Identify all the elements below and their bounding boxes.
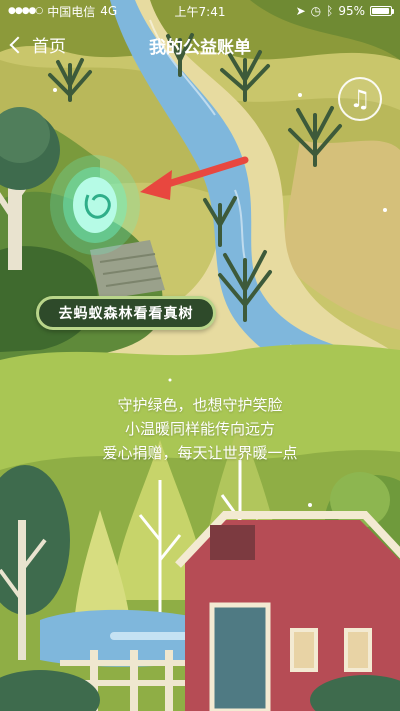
music-toggle-button[interactable]: ♫ — [338, 77, 382, 121]
network-type: 4G — [100, 4, 118, 18]
location-icon: ➤ — [295, 4, 306, 18]
back-label: 首页 — [32, 37, 66, 57]
back-button[interactable]: 首页 — [9, 32, 66, 57]
bluetooth-icon: ᛒ — [326, 4, 334, 18]
signal-strength-icon: ●●●●○ — [8, 6, 43, 16]
carrier-label: 中国电信 — [47, 4, 96, 19]
status-bar: ●●●●○ 中国电信 4G 上午7:41 ➤ ◷ ᛒ 95% — [0, 0, 400, 22]
battery-icon — [370, 6, 394, 16]
slogan-line-1: 守护绿色，也想守护笑脸 — [117, 396, 283, 414]
battery-percent: 95% — [338, 4, 365, 18]
battery-fill — [372, 8, 390, 14]
alarm-icon: ◷ — [310, 4, 322, 18]
ant-forest-button[interactable]: 去蚂蚁森林看看真树 — [36, 296, 216, 330]
nav-bar: 首页 我的公益账单 — [0, 30, 400, 62]
chevron-left-icon — [9, 36, 27, 54]
status-left: ●●●●○ 中国电信 4G — [8, 3, 117, 20]
music-note-icon: ♫ — [349, 85, 371, 113]
status-right: ➤ ◷ ᛒ 95% — [295, 4, 394, 18]
slogan-line-2: 小温暖同样能传向远方 — [124, 420, 275, 438]
slogan-line-3: 爱心捐赠，每天让世界暖一点 — [102, 444, 298, 462]
slogan: 守护绿色，也想守护笑脸 小温暖同样能传向远方 爱心捐赠，每天让世界暖一点 — [0, 393, 400, 465]
